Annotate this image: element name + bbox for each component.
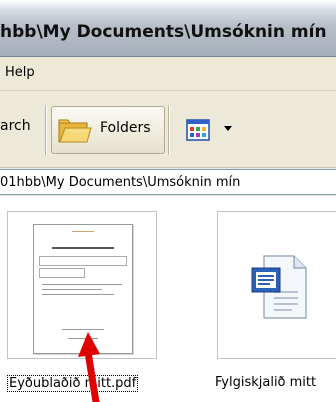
address-path: 01hbb\My Documents\Umsóknin mín: [0, 175, 241, 190]
menu-bar: Help: [0, 57, 336, 91]
pdf-page-preview: [33, 224, 133, 354]
address-bar: 01hbb\My Documents\Umsóknin mín: [0, 168, 336, 196]
address-input[interactable]: 01hbb\My Documents\Umsóknin mín: [0, 169, 336, 195]
toolbar-separator: [45, 105, 47, 155]
search-button[interactable]: arch: [0, 118, 31, 134]
window-title: hbb\My Documents\Umsóknin mín: [0, 22, 327, 42]
chevron-down-icon: [224, 126, 232, 131]
file-thumbnail-pdf[interactable]: [7, 211, 157, 359]
toolbar-separator: [168, 105, 170, 155]
file-list: Eyðublaðið mitt.pdf Fylgiskjalið mitt: [0, 197, 336, 402]
folders-button[interactable]: Folders: [51, 106, 165, 154]
file-name-pdf[interactable]: Eyðublaðið mitt.pdf: [7, 375, 139, 392]
folder-icon: [58, 119, 92, 143]
file-name-word[interactable]: Fylgiskjalið mitt: [215, 375, 316, 390]
views-button[interactable]: [174, 113, 246, 147]
menu-help[interactable]: Help: [5, 65, 35, 80]
views-icon: [186, 119, 210, 141]
window-titlebar[interactable]: hbb\My Documents\Umsóknin mín: [0, 0, 336, 57]
toolbar: arch Folders: [0, 91, 336, 168]
word-document-icon: [251, 255, 307, 319]
folders-label: Folders: [100, 120, 151, 136]
file-thumbnail-word[interactable]: [217, 211, 336, 359]
